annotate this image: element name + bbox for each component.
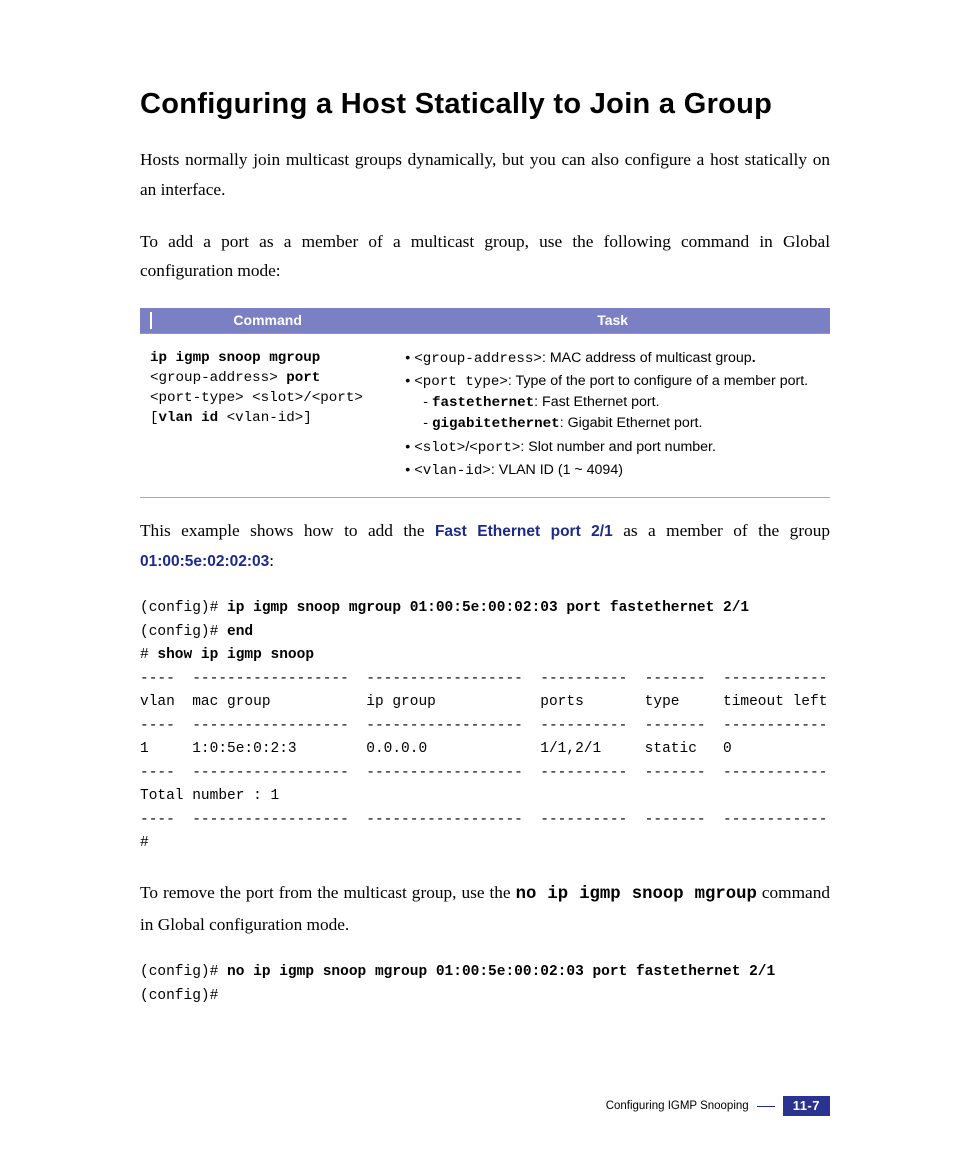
code: gigabitethernet xyxy=(432,416,560,432)
text: : VLAN ID (1 ~ 4094) xyxy=(491,462,623,478)
cmd-arg: <vlan-id> xyxy=(218,410,303,426)
text: as a member of the group xyxy=(613,521,830,540)
table-row: ip igmp snoop mgroup <group-address> por… xyxy=(140,334,830,498)
output: ---- ------------------ ----------------… xyxy=(140,765,827,781)
code: <port type> xyxy=(414,374,508,390)
code: <group-address> xyxy=(414,351,542,367)
highlight: 01:00:5e:02:02:03 xyxy=(140,553,269,570)
prompt: (config)# xyxy=(140,988,218,1004)
text: : Type of the port to configure of a mem… xyxy=(508,373,808,389)
cmd: ip igmp snoop mgroup 01:00:5e:00:02:03 p… xyxy=(227,600,749,616)
prompt: (config)# xyxy=(140,964,227,980)
cmd: end xyxy=(227,624,253,640)
task-bullet: <vlan-id>: VLAN ID (1 ~ 4094) xyxy=(405,460,820,481)
prompt: # xyxy=(140,647,157,663)
text: : Slot number and port number. xyxy=(520,439,716,455)
code-block-remove: (config)# no ip igmp snoop mgroup 01:00:… xyxy=(140,961,830,1008)
output: ---- ------------------ ----------------… xyxy=(140,812,827,828)
output: ---- ------------------ ----------------… xyxy=(140,671,827,687)
cmd-arg: <port-type> <slot> xyxy=(150,390,303,406)
text: : Gigabit Ethernet port. xyxy=(560,415,703,431)
output: vlan mac group ip group ports type timeo… xyxy=(140,694,827,710)
code: fastethernet xyxy=(432,395,534,411)
code: <slot> xyxy=(414,440,465,456)
cmd-text: ] xyxy=(303,410,312,426)
cmd-text: [ xyxy=(150,410,159,426)
prompt: (config)# xyxy=(140,600,227,616)
cmd-text: / xyxy=(303,390,312,406)
text: : xyxy=(269,551,274,570)
code-block-add: (config)# ip igmp snoop mgroup 01:00:5e:… xyxy=(140,597,830,855)
page-content: Configuring a Host Statically to Join a … xyxy=(140,88,830,1030)
highlight: Fast Ethernet port 2/1 xyxy=(435,523,613,540)
text: : Fast Ethernet port. xyxy=(534,394,659,410)
cmd-keyword: ip igmp snoop mgroup xyxy=(150,350,320,366)
page-footer: Configuring IGMP Snooping 11-7 xyxy=(606,1096,830,1116)
text: To remove the port from the multicast gr… xyxy=(140,883,516,902)
footer-text: Configuring IGMP Snooping xyxy=(606,1100,749,1112)
cmd-arg: <group-address> xyxy=(150,370,278,386)
page-number-badge: 11-7 xyxy=(783,1096,830,1116)
task-bullet: <port type>: Type of the port to configu… xyxy=(405,371,820,434)
paragraph-instruction: To add a port as a member of a multicast… xyxy=(140,227,830,287)
output: Total number : 1 xyxy=(140,788,279,804)
command-table: Command Task ip igmp snoop mgroup <group… xyxy=(140,308,830,498)
cmd-keyword: vlan id xyxy=(159,410,219,426)
task-subitem: - fastethernet: Fast Ethernet port. xyxy=(405,392,820,413)
code: <port> xyxy=(469,440,520,456)
prompt: (config)# xyxy=(140,624,227,640)
text: This example shows how to add the xyxy=(140,521,435,540)
paragraph-intro: Hosts normally join multicast groups dyn… xyxy=(140,145,830,205)
task-subitem: - gigabitethernet: Gigabit Ethernet port… xyxy=(405,413,820,434)
cmd: no ip igmp snoop mgroup 01:00:5e:00:02:0… xyxy=(227,964,775,980)
output: # xyxy=(140,835,149,851)
inline-code: no ip igmp snoop mgroup xyxy=(516,885,757,904)
task-bullet: <slot>/<port>: Slot number and port numb… xyxy=(405,437,820,458)
cell-command: ip igmp snoop mgroup <group-address> por… xyxy=(140,334,395,498)
table-header-row: Command Task xyxy=(140,308,830,334)
section-title: Configuring a Host Statically to Join a … xyxy=(140,88,830,121)
task-bullet: <group-address>: MAC address of multicas… xyxy=(405,348,820,369)
cmd-keyword: port xyxy=(278,370,321,386)
text: : MAC address of multicast group xyxy=(542,350,752,366)
output: 1 1:0:5e:0:2:3 0.0.0.0 1/1,2/1 static 0 xyxy=(140,741,732,757)
paragraph-remove: To remove the port from the multicast gr… xyxy=(140,878,830,940)
cmd-arg: <port> xyxy=(312,390,363,406)
text: . xyxy=(752,350,756,366)
paragraph-example: This example shows how to add the Fast E… xyxy=(140,516,830,576)
header-command: Command xyxy=(140,308,395,334)
output: ---- ------------------ ----------------… xyxy=(140,718,827,734)
cmd: show ip igmp snoop xyxy=(157,647,314,663)
cell-task: <group-address>: MAC address of multicas… xyxy=(395,334,830,498)
header-task: Task xyxy=(395,308,830,334)
code: <vlan-id> xyxy=(414,463,491,479)
footer-divider xyxy=(757,1106,775,1107)
